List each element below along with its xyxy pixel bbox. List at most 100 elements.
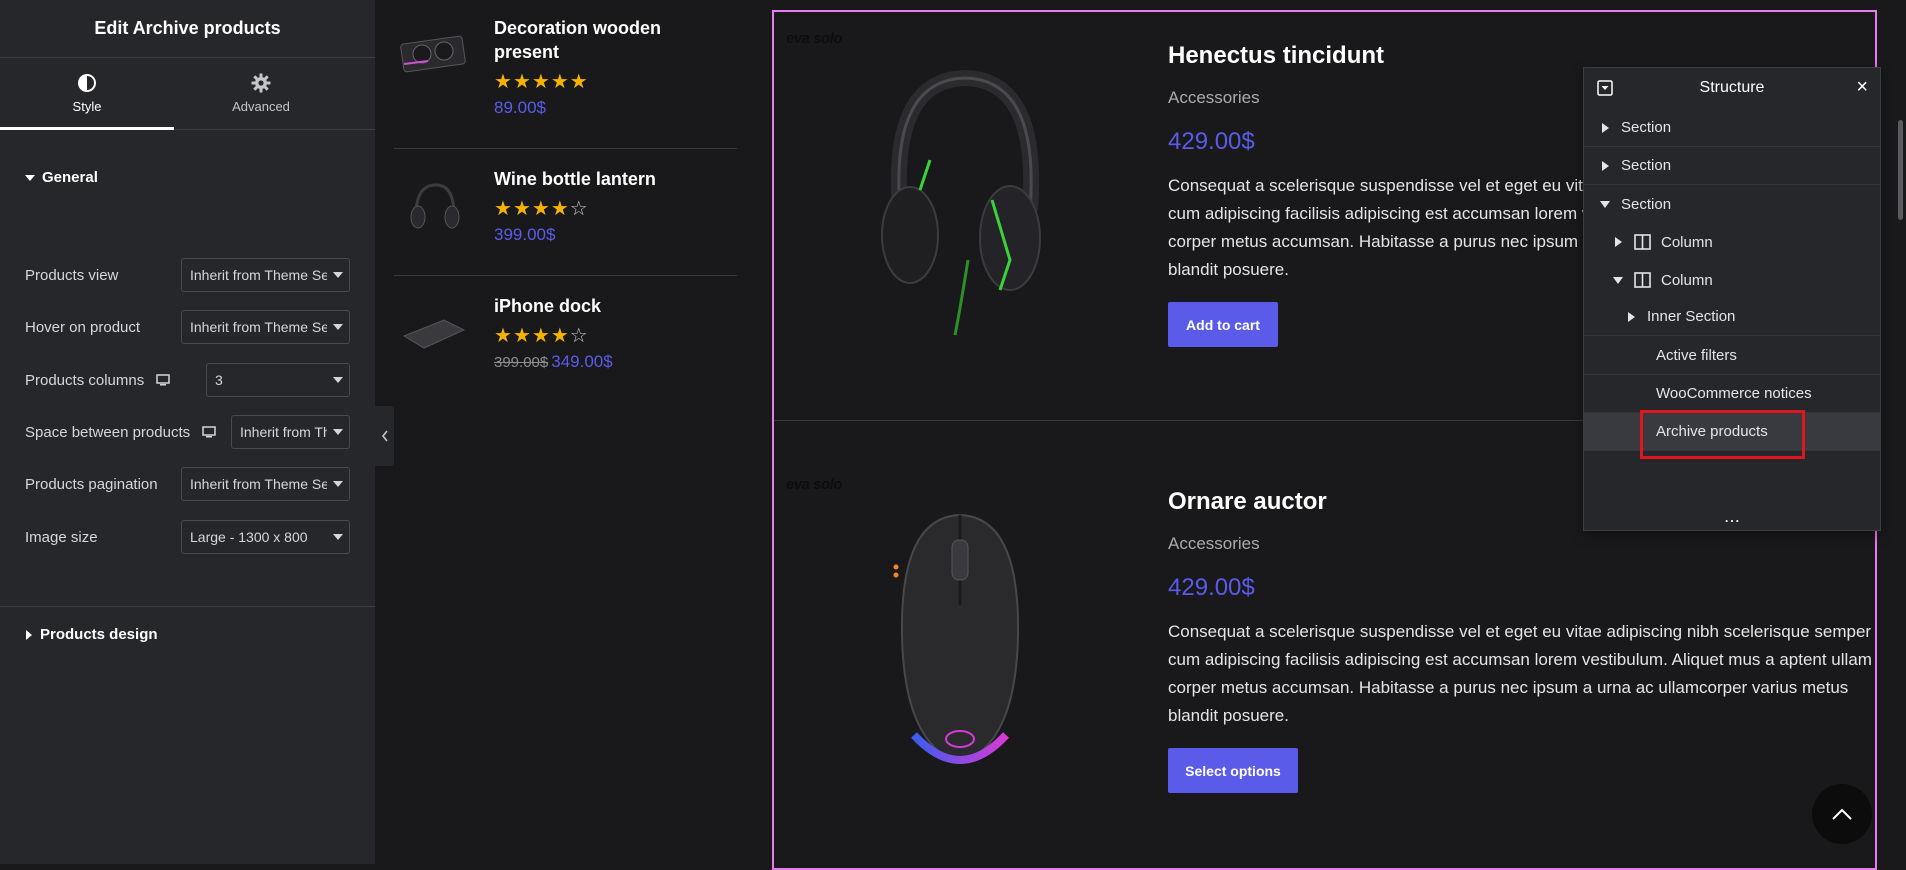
- control-products-view: Products view Inherit from Theme Setting…: [25, 258, 350, 292]
- mini-product-price-group: 399.00$ 349.00$: [494, 352, 613, 372]
- description-line: cum adipiscing facilisis adipiscing est …: [1168, 650, 1872, 669]
- divider: [394, 148, 737, 149]
- select-value: Inherit from Theme Settings: [190, 476, 327, 492]
- select-options-button[interactable]: Select options: [1168, 748, 1298, 793]
- product-description: Consequat a scelerisque suspendisse vel …: [1168, 618, 1873, 730]
- product-title[interactable]: Henectus tincidunt: [1168, 42, 1384, 70]
- caret-down-icon: [1599, 200, 1611, 208]
- mini-product-info: Decoration wooden present ★ ★ ★ ★ ★ 89.0…: [494, 16, 661, 118]
- structure-item-woocommerce-notices[interactable]: WooCommerce notices: [1584, 375, 1880, 413]
- editor-panel: Edit Archive products Style Advanced Gen…: [0, 0, 375, 864]
- tab-style-label: Style: [72, 99, 102, 114]
- select-value: 3: [215, 372, 223, 388]
- headphones-image[interactable]: [398, 175, 468, 239]
- caret-down-icon: [25, 174, 35, 181]
- star-rating: ★ ★ ★ ★ ☆: [494, 326, 613, 346]
- mini-product-title[interactable]: Decoration wooden: [494, 16, 661, 40]
- chevron-down-icon: [327, 377, 349, 383]
- chevron-down-icon: [327, 324, 349, 330]
- mini-product-info: Wine bottle lantern ★ ★ ★ ★ ☆ 399.00$: [494, 167, 656, 245]
- gear-icon: [251, 73, 271, 93]
- control-label: Products pagination: [25, 475, 158, 493]
- close-icon[interactable]: ×: [1856, 76, 1868, 99]
- star-filled-icon: ★: [494, 198, 512, 220]
- structure-item-section[interactable]: Section: [1584, 185, 1880, 223]
- structure-item-label: Active filters: [1656, 347, 1737, 364]
- divider: [0, 606, 375, 607]
- caret-right-icon: [1612, 237, 1624, 247]
- star-filled-icon: ★: [531, 325, 550, 347]
- structure-item-column[interactable]: Column: [1584, 261, 1880, 299]
- scroll-to-top-button[interactable]: [1812, 784, 1872, 844]
- control-space-between-products: Space between products Inherit from Them…: [25, 415, 350, 449]
- chevron-down-icon: [327, 272, 349, 278]
- star-filled-icon: ★: [550, 198, 569, 220]
- chevron-up-icon: [1832, 808, 1852, 820]
- star-rating: ★ ★ ★ ★ ★: [494, 72, 661, 92]
- mini-product-title[interactable]: present: [494, 40, 661, 64]
- products-columns-select[interactable]: 3: [206, 363, 350, 397]
- mini-product-price: 399.00$: [494, 225, 556, 244]
- structure-item-label: Inner Section: [1647, 308, 1736, 325]
- general-section-toggle[interactable]: General: [25, 169, 98, 186]
- mouse-product-image[interactable]: [880, 495, 1040, 785]
- product-price: 429.00$: [1168, 574, 1255, 601]
- product-category[interactable]: Accessories: [1168, 88, 1260, 108]
- more-options-icon[interactable]: ⋯: [1583, 512, 1881, 530]
- structure-item-active-filters[interactable]: Active filters: [1584, 337, 1880, 375]
- mini-product-title[interactable]: Wine bottle lantern: [494, 167, 656, 191]
- star-filled-icon: ★: [550, 71, 569, 93]
- product-title[interactable]: Ornare auctor: [1168, 488, 1327, 516]
- tab-advanced-label: Advanced: [232, 99, 290, 114]
- mini-product-price: 89.00$: [494, 98, 546, 117]
- divider: [394, 275, 737, 276]
- structure-item-section[interactable]: Section: [1584, 109, 1880, 147]
- structure-item-section[interactable]: Section: [1584, 147, 1880, 185]
- desktop-icon[interactable]: [156, 374, 170, 386]
- scrollbar-thumb[interactable]: [1898, 120, 1903, 220]
- mini-product-title[interactable]: iPhone dock: [494, 294, 613, 318]
- chevron-down-icon: [327, 481, 349, 487]
- add-to-cart-button[interactable]: Add to cart: [1168, 302, 1278, 347]
- control-label: Space between products: [25, 424, 216, 441]
- control-image-size: Image size Large - 1300 x 800: [25, 520, 350, 554]
- collapse-panel-button[interactable]: [375, 406, 394, 466]
- headphones-product-image[interactable]: [860, 60, 1060, 340]
- structure-item-label: WooCommerce notices: [1656, 385, 1812, 402]
- product-category[interactable]: Accessories: [1168, 534, 1260, 554]
- products-design-section-toggle[interactable]: Products design: [25, 626, 158, 643]
- select-value: Inherit from Theme Settings: [190, 267, 327, 283]
- desktop-icon[interactable]: [202, 426, 216, 438]
- caret-right-icon: [26, 629, 32, 640]
- structure-item-inner-section[interactable]: Inner Section: [1584, 298, 1880, 336]
- star-filled-icon: ★: [531, 71, 550, 93]
- star-filled-icon: ★: [569, 71, 588, 93]
- star-filled-icon: ★: [512, 198, 531, 220]
- star-empty-icon: ☆: [569, 198, 588, 220]
- control-label-text: Space between products: [25, 423, 191, 441]
- contrast-icon: [78, 74, 96, 92]
- graphics-card-image[interactable]: [398, 24, 468, 88]
- products-view-select[interactable]: Inherit from Theme Settings: [181, 258, 350, 292]
- control-label-text: Products columns: [25, 371, 145, 389]
- description-line: blandit posuere.: [1168, 706, 1289, 725]
- control-hover-on-product: Hover on product Inherit from Theme Sett…: [25, 310, 350, 344]
- structure-item-label: Section: [1621, 157, 1672, 174]
- mousepad-image[interactable]: [398, 300, 468, 364]
- select-value: Inherit from Theme: [240, 424, 327, 440]
- products-pagination-select[interactable]: Inherit from Theme Settings: [181, 467, 350, 501]
- structure-title: Structure: [1699, 79, 1765, 96]
- mini-product-info: iPhone dock ★ ★ ★ ★ ☆ 399.00$ 349.00$: [494, 294, 613, 372]
- space-between-products-select[interactable]: Inherit from Theme: [231, 415, 350, 449]
- tab-style[interactable]: Style: [0, 58, 174, 130]
- chevron-left-icon: [381, 430, 388, 442]
- star-filled-icon: ★: [550, 325, 569, 347]
- tab-advanced[interactable]: Advanced: [174, 58, 348, 129]
- description-line: Consequat a scelerisque suspendisse vel …: [1168, 622, 1872, 641]
- image-size-select[interactable]: Large - 1300 x 800: [181, 520, 350, 554]
- brand-logo: eva solo: [786, 476, 843, 493]
- structure-item-label: Section: [1621, 119, 1672, 136]
- hover-on-product-select[interactable]: Inherit from Theme Settings: [181, 310, 350, 344]
- collapse-all-icon[interactable]: [1597, 80, 1613, 96]
- structure-item-column[interactable]: Column: [1584, 223, 1880, 261]
